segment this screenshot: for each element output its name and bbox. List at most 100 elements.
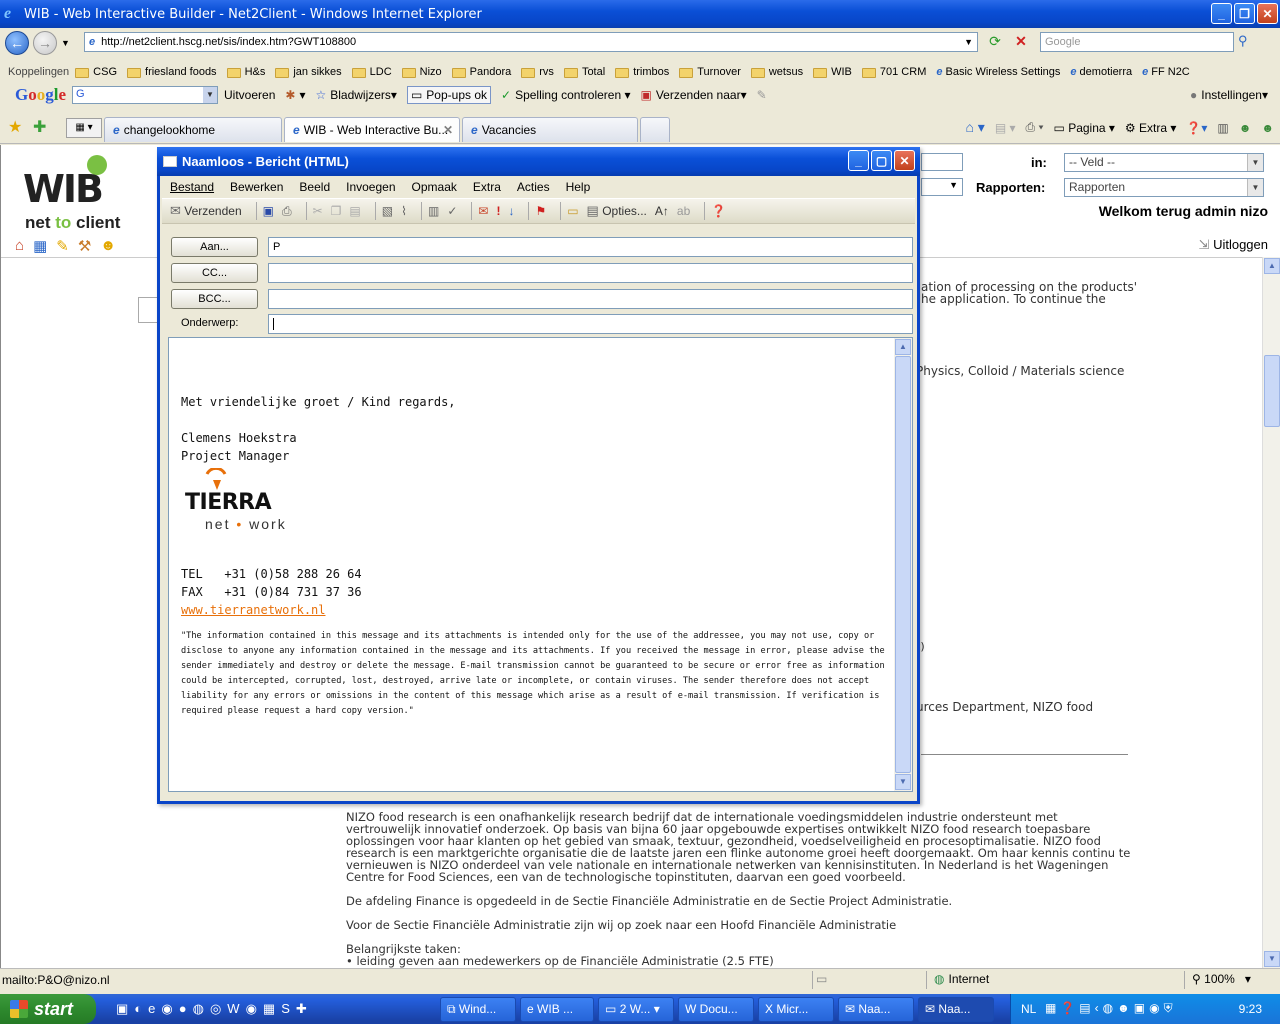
cut-icon[interactable]: ✂ [313, 204, 323, 218]
extension-icon[interactable]: ☻ [1261, 121, 1274, 135]
chevron-down-icon[interactable]: ▼ [1247, 179, 1263, 196]
link-item[interactable]: rvs [521, 66, 554, 78]
settings-button[interactable]: ● Instellingen ▾ [1190, 88, 1268, 102]
app-icon[interactable]: ◉ [246, 1001, 257, 1017]
copy-icon[interactable]: ❐ [331, 204, 342, 218]
task-button[interactable]: X Micr... [758, 997, 834, 1022]
send-button[interactable]: ✉ Verzenden [170, 203, 242, 219]
research-icon[interactable]: ▥ [1217, 121, 1228, 135]
search-field[interactable] [921, 153, 963, 171]
link-item[interactable]: e FF N2C [1142, 66, 1190, 78]
app-icon[interactable]: ● [179, 1001, 187, 1017]
to-field[interactable]: P [268, 237, 913, 257]
print-icon[interactable]: ⎙ [282, 204, 292, 219]
close-button[interactable]: ✕ [894, 150, 915, 171]
chevron-down-icon[interactable]: ▼ [203, 87, 218, 103]
firefox-icon[interactable]: ◍ [193, 1001, 204, 1017]
save-icon[interactable]: ▣ [263, 204, 274, 218]
forward-button[interactable]: → [33, 31, 57, 55]
print-icon[interactable]: ⎙ ▾ [1026, 120, 1044, 135]
menu-bewerken[interactable]: Bewerken [230, 180, 283, 194]
scroll-thumb[interactable] [895, 356, 911, 773]
stop-icon[interactable]: ✕ [1010, 33, 1032, 53]
email-title-bar[interactable]: Naamloos - Bericht (HTML) _ ▢ ✕ [157, 147, 920, 176]
logout-link[interactable]: ⇲ Uitloggen [1199, 237, 1268, 253]
menu-extra[interactable]: Extra [473, 180, 501, 194]
link-item[interactable]: trimbos [615, 66, 669, 78]
bookmarks-button[interactable]: ☆ Bladwijzers ▾ [315, 88, 396, 102]
email-body-scrollbar[interactable]: ▲ ▼ [894, 338, 912, 791]
shield-icon[interactable]: ⛨ [1164, 1001, 1173, 1016]
tab-wib[interactable]: e WIB - Web Interactive Bu... ✕ [284, 117, 460, 142]
tab-changelookhome[interactable]: e changelookhome [104, 117, 282, 142]
task-button[interactable]: ✉ Naa... [838, 997, 914, 1022]
new-tab-button[interactable] [640, 117, 670, 142]
scroll-thumb[interactable] [1264, 355, 1280, 427]
address-dropdown-icon[interactable]: ▼ [964, 37, 973, 47]
website-link[interactable]: www.tierranetwork.nl [181, 601, 886, 619]
add-favorite-icon[interactable]: ✚ [33, 117, 46, 137]
close-button[interactable]: ✕ [1257, 3, 1278, 24]
address-bar[interactable]: e http://net2client.hscg.net/sis/index.h… [84, 32, 978, 52]
google-extras-button[interactable]: ✱ ▾ [285, 88, 305, 102]
tray-app-icon[interactable]: ◍ [1103, 1001, 1113, 1016]
send-to-button[interactable]: ▣ Verzenden naar ▾ [641, 88, 747, 102]
link-item[interactable]: 701 CRM [861, 66, 926, 78]
calendar-icon[interactable]: ▦ [33, 237, 47, 255]
link-item[interactable]: WIB [813, 66, 852, 78]
paste-icon[interactable]: ▤ [349, 204, 360, 218]
link-item[interactable]: Total [563, 66, 605, 78]
open-folder-icon[interactable]: ▭ [567, 204, 578, 218]
app-icon[interactable]: ◐ [134, 1001, 142, 1017]
to-button[interactable]: Aan... [171, 237, 258, 257]
messenger-icon[interactable]: ☻ [1239, 121, 1252, 135]
font-size-icon[interactable]: A↑ [655, 204, 669, 218]
browser-title-bar[interactable]: e WIB - Web Interactive Builder - Net2Cl… [0, 0, 1280, 28]
help-icon[interactable]: ❓ [1060, 1001, 1075, 1016]
scroll-up-icon[interactable]: ▲ [1264, 258, 1280, 274]
zoom-control[interactable]: ⚲ 100% ▾ [1192, 972, 1251, 986]
scroll-up-icon[interactable]: ▲ [895, 339, 911, 355]
link-item[interactable]: e Basic Wireless Settings [936, 66, 1060, 78]
app-icon[interactable]: ▦ [263, 1001, 275, 1017]
scroll-down-icon[interactable]: ▼ [1264, 951, 1280, 967]
search-icon[interactable]: ⚲ [1238, 33, 1258, 51]
ie-icon[interactable]: e [148, 1001, 155, 1017]
help-icon[interactable]: ❓ [711, 204, 726, 218]
page-scrollbar[interactable]: ▲ ▼ [1262, 257, 1280, 968]
link-item[interactable]: Turnover [679, 66, 741, 78]
menu-help[interactable]: Help [566, 180, 591, 194]
address-book-icon[interactable]: ▥ [428, 204, 439, 218]
security-zone[interactable]: ◍ Internet [934, 972, 989, 986]
tray-app-icon[interactable]: ▦ [1045, 1001, 1056, 1016]
filter-field[interactable]: ▼ [921, 178, 963, 196]
home-icon[interactable]: ⌂ ▾ [965, 119, 984, 136]
subject-field[interactable] [268, 314, 913, 334]
tray-app-icon[interactable]: ▤ [1079, 1001, 1090, 1016]
close-tab-icon[interactable]: ✕ [443, 123, 453, 137]
field-select[interactable]: -- Veld -- ▼ [1064, 153, 1264, 172]
spellcheck-button[interactable]: ✓ Spelling controleren ▾ [501, 88, 631, 102]
link-item[interactable]: Pandora [451, 66, 511, 78]
reports-select[interactable]: Rapporten ▼ [1064, 178, 1264, 197]
high-importance-icon[interactable]: ! [496, 204, 500, 218]
attach-icon[interactable]: ⌇ [401, 204, 407, 218]
tools-menu-button[interactable]: ⚙ Extra ▾ [1125, 121, 1176, 135]
google-search-input[interactable]: G ▼ [72, 86, 219, 104]
link-item[interactable]: friesland foods [127, 66, 217, 78]
highlight-icon[interactable]: ✎ [757, 88, 767, 102]
link-item[interactable]: CSG [75, 66, 117, 78]
back-button[interactable]: ← [5, 31, 29, 55]
desktop-icon[interactable]: ▣ [116, 1001, 128, 1017]
cc-field[interactable] [268, 263, 913, 283]
feeds-icon[interactable]: ▤ ▾ [995, 121, 1016, 135]
tab-vacancies[interactable]: e Vacancies [462, 117, 638, 142]
menu-invoegen[interactable]: Invoegen [346, 180, 395, 194]
word-icon[interactable]: W [227, 1001, 239, 1017]
bcc-button[interactable]: BCC... [171, 289, 258, 309]
permission-icon[interactable]: ✉ [478, 204, 488, 218]
people-icon[interactable]: ☻ [100, 237, 116, 255]
app-icon[interactable]: ◎ [210, 1001, 221, 1017]
popup-blocker-button[interactable]: ▭ Pop-ups ok [406, 86, 491, 104]
task-button[interactable]: W Docu... [678, 997, 754, 1022]
